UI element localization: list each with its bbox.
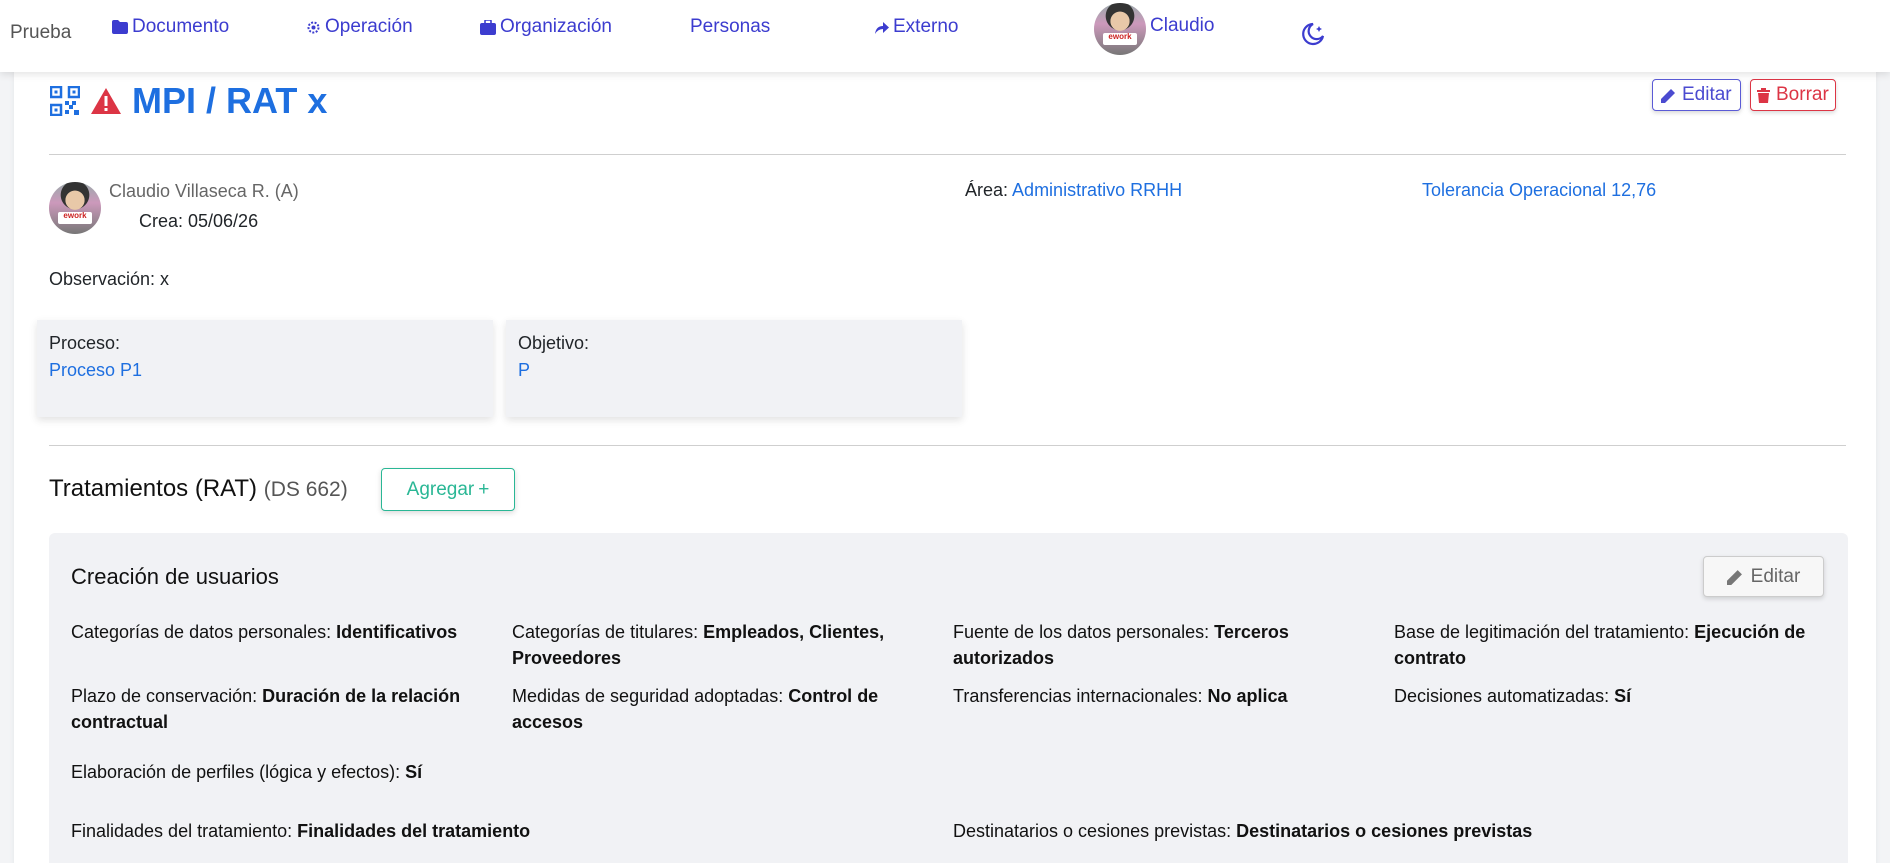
- field-item: Finalidades del tratamiento: Finalidades…: [71, 818, 871, 844]
- section-subtitle: (DS 662): [263, 478, 348, 501]
- nav-externo[interactable]: Externo: [875, 16, 958, 38]
- field-item: Transferencias internacionales: No aplic…: [953, 683, 1373, 709]
- process-box: Proceso: Proceso P1: [37, 320, 493, 417]
- user-menu[interactable]: ework Claudio: [1094, 3, 1214, 55]
- page-title: MPI / RAT x: [132, 80, 328, 121]
- objective-label: Objetivo:: [518, 333, 590, 353]
- author-name: Claudio Villaseca R. (A): [109, 181, 299, 201]
- area-link[interactable]: Administrativo RRHH: [1012, 180, 1182, 200]
- nav-externo-label: Externo: [893, 16, 959, 37]
- warning-icon: [91, 88, 121, 114]
- field-item: Fuente de los datos personales: Terceros…: [953, 619, 1333, 671]
- nav-personas-label: Personas: [690, 16, 771, 37]
- area-label: Área:: [965, 180, 1009, 200]
- field-label: Fuente de los datos personales:: [953, 622, 1215, 642]
- field-label: Base de legitimación del tratamiento:: [1394, 622, 1695, 642]
- field-item: Plazo de conservación: Duración de la re…: [71, 683, 481, 735]
- add-button-label: Agregar: [406, 478, 475, 500]
- nav-organizacion-label: Organización: [500, 16, 612, 37]
- field-item: Destinatarios o cesiones previstas: Dest…: [953, 818, 1753, 844]
- avatar: ework: [1094, 3, 1146, 55]
- nav-documento-label: Documento: [132, 16, 230, 37]
- field-item: Medidas de seguridad adoptadas: Control …: [512, 683, 932, 735]
- page-header: MPI / RAT x: [50, 80, 327, 122]
- section-title: Tratamientos (RAT) (DS 662): [49, 475, 348, 503]
- field-value: Identificativos: [336, 622, 458, 642]
- field-label: Plazo de conservación:: [71, 686, 263, 706]
- process-link[interactable]: Proceso P1: [49, 360, 481, 381]
- nav-organizacion[interactable]: Organización: [480, 16, 612, 38]
- trash-icon: [1757, 87, 1770, 103]
- field-value: Sí: [1614, 686, 1632, 706]
- edit-button[interactable]: Editar: [1652, 79, 1741, 111]
- delete-button[interactable]: Borrar: [1750, 79, 1836, 111]
- nav-operacion-label: Operación: [325, 16, 413, 37]
- field-label: Decisiones automatizadas:: [1394, 686, 1615, 706]
- field-label: Categorías de datos personales:: [71, 622, 337, 642]
- treatment-title: Creación de usuarios: [71, 564, 279, 589]
- delete-button-label: Borrar: [1776, 84, 1829, 105]
- nav-personas[interactable]: Personas: [690, 16, 770, 38]
- field-label: Elaboración de perfiles (lógica y efecto…: [71, 762, 406, 782]
- field-label: Categorías de titulares:: [512, 622, 704, 642]
- edit-button-label: Editar: [1682, 84, 1732, 105]
- observation-text: Observación: x: [49, 269, 170, 289]
- divider: [49, 445, 1846, 446]
- field-value: Finalidades del tratamiento: [297, 821, 531, 841]
- edit-treatment-button[interactable]: Editar: [1703, 556, 1824, 597]
- field-value: Destinatarios o cesiones previstas: [1236, 821, 1533, 841]
- process-label: Proceso:: [49, 333, 121, 353]
- objective-box: Objetivo: P: [506, 320, 962, 417]
- brand-label[interactable]: Prueba: [10, 22, 71, 44]
- edit-treatment-label: Editar: [1750, 565, 1801, 587]
- field-value: Sí: [405, 762, 423, 782]
- field-item: Base de legitimación del tratamiento: Ej…: [1394, 619, 1824, 671]
- field-label: Destinatarios o cesiones previstas:: [953, 821, 1237, 841]
- objective-link[interactable]: P: [518, 360, 950, 381]
- field-item: Elaboración de perfiles (lógica y efecto…: [71, 759, 591, 785]
- add-treatment-button[interactable]: Agregar +: [381, 468, 515, 511]
- field-item: Categorías de datos personales: Identifi…: [71, 619, 491, 645]
- top-navbar: Prueba Documento Operación Organización …: [0, 0, 1890, 72]
- field-item: Decisiones automatizadas: Sí: [1394, 683, 1814, 709]
- author-avatar: ework: [49, 182, 101, 234]
- field-label: Transferencias internacionales:: [953, 686, 1208, 706]
- nav-operacion[interactable]: Operación: [306, 16, 413, 38]
- field-item: Categorías de titulares: Empleados, Clie…: [512, 619, 932, 671]
- pencil-icon: [1726, 569, 1742, 585]
- section-title-text: Tratamientos (RAT): [49, 475, 258, 502]
- gears-icon: [307, 21, 320, 33]
- field-label: Finalidades del tratamiento:: [71, 821, 298, 841]
- divider: [49, 154, 1846, 155]
- field-value: No aplica: [1207, 686, 1288, 706]
- user-name: Claudio: [1150, 15, 1215, 36]
- plus-icon: +: [478, 478, 490, 500]
- field-label: Medidas de seguridad adoptadas:: [512, 686, 789, 706]
- folder-icon: [112, 20, 128, 34]
- area-info: Área: Administrativo RRHH: [965, 180, 1182, 201]
- qr-code-icon[interactable]: [50, 86, 80, 116]
- moon-star-icon[interactable]: [1300, 21, 1326, 47]
- pencil-icon: [1661, 88, 1675, 103]
- created-date: Crea: 05/06/26: [139, 211, 259, 231]
- nav-documento[interactable]: Documento: [112, 16, 229, 38]
- share-arrow-icon: [875, 21, 889, 34]
- tolerance-link[interactable]: Tolerancia Operacional 12,76: [1422, 180, 1656, 201]
- briefcase-icon: [480, 19, 496, 35]
